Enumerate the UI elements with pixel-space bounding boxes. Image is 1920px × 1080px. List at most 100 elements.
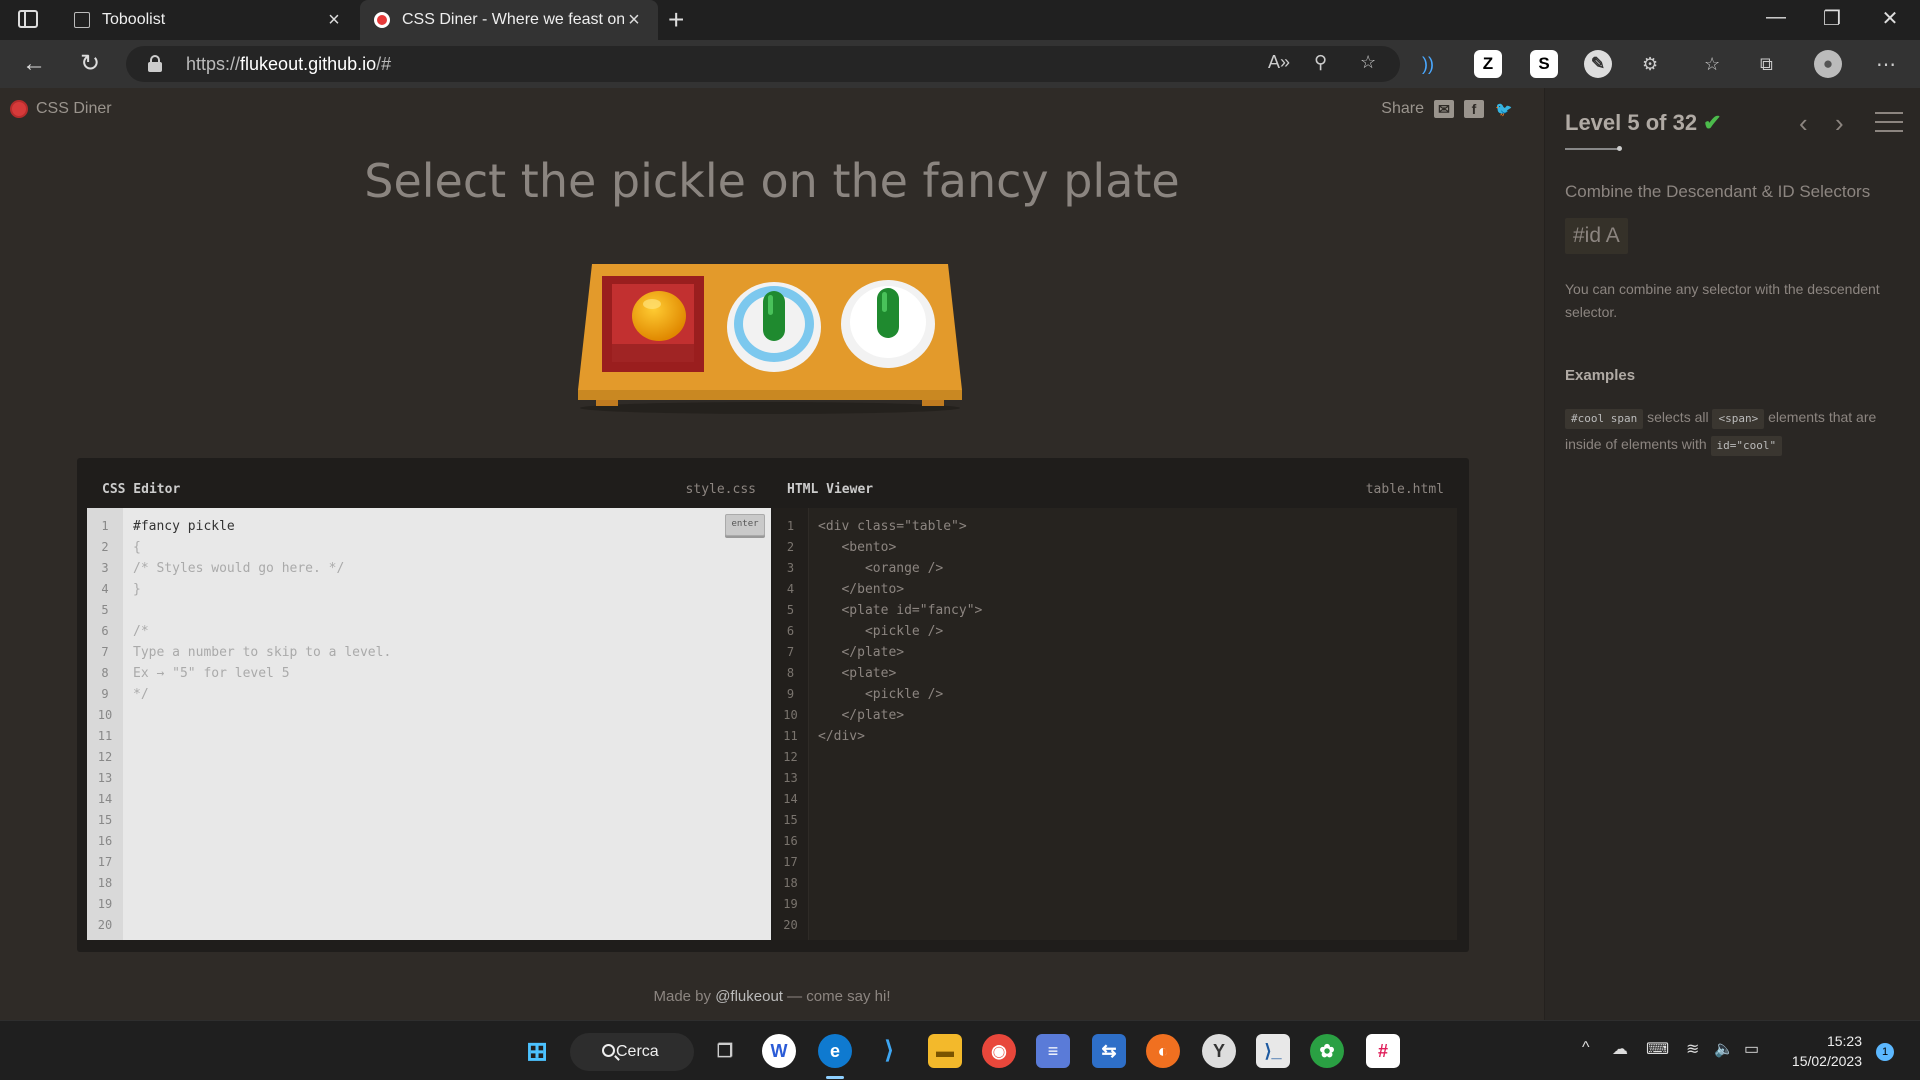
window-close-icon[interactable]: ✕ bbox=[1870, 6, 1910, 31]
level-progress-bar bbox=[1565, 148, 1618, 150]
orange[interactable] bbox=[632, 291, 686, 341]
markup-line[interactable]: </plate> bbox=[818, 645, 904, 660]
pickle[interactable] bbox=[763, 291, 785, 341]
notification-badge[interactable]: 1 bbox=[1876, 1043, 1894, 1061]
facebook-icon[interactable]: f bbox=[1464, 100, 1484, 118]
s-extension-icon[interactable]: S bbox=[1530, 50, 1558, 78]
markup-line[interactable]: <pickle /> bbox=[818, 624, 943, 639]
url-text[interactable]: https://flukeout.github.io/# bbox=[186, 54, 391, 75]
active-app-indicator bbox=[826, 1076, 844, 1079]
windows-start-icon[interactable]: ⊞ bbox=[520, 1034, 554, 1068]
enter-button[interactable]: enter bbox=[725, 514, 765, 536]
battery-icon[interactable]: ▭ bbox=[1744, 1039, 1759, 1059]
pickle[interactable] bbox=[877, 288, 899, 338]
vscode-icon[interactable]: ⟩ bbox=[872, 1034, 906, 1068]
progress-marker bbox=[1617, 146, 1622, 151]
css-filename: style.css bbox=[685, 482, 756, 497]
zotero-extension-icon[interactable]: Z bbox=[1474, 50, 1502, 78]
css-editor-title: CSS Editor bbox=[102, 482, 181, 497]
level-menu-icon[interactable] bbox=[1875, 112, 1903, 139]
profile-avatar-icon[interactable]: ● bbox=[1814, 50, 1842, 78]
level-sidebar: Level 5 of 32 ✔ ‹ › Combine the Descendan… bbox=[1544, 88, 1920, 1020]
css-editor-header: CSS Editor style.css bbox=[102, 472, 756, 508]
lock-icon[interactable] bbox=[148, 55, 162, 72]
twitter-icon[interactable]: 🐦 bbox=[1494, 100, 1514, 118]
zoom-icon[interactable]: ⚲ bbox=[1314, 52, 1327, 73]
system-clock[interactable]: 15:23 15/02/2023 bbox=[1776, 1031, 1862, 1071]
selector-hint: You can combine any selector with the de… bbox=[1565, 281, 1880, 320]
code-line: Type a number to skip to a level. bbox=[133, 645, 392, 660]
markup-line[interactable]: <plate> bbox=[818, 666, 896, 681]
html-filename: table.html bbox=[1365, 482, 1444, 497]
line-number: 7 bbox=[101, 645, 109, 659]
next-level-icon[interactable]: › bbox=[1835, 108, 1844, 139]
audio-extension-icon[interactable]: )) bbox=[1422, 54, 1434, 75]
tab-toboolist[interactable]: Toboolist × bbox=[60, 0, 358, 40]
terminal-icon[interactable]: ⟩_ bbox=[1256, 1034, 1290, 1068]
wifi-icon[interactable]: ≋ bbox=[1686, 1039, 1699, 1059]
markup-line[interactable]: <orange /> bbox=[818, 561, 943, 576]
checkmark-icon: ✔ bbox=[1703, 110, 1722, 135]
back-icon[interactable]: ← bbox=[18, 48, 50, 80]
tab-css-diner[interactable]: CSS Diner - Where we feast on C × bbox=[360, 0, 658, 40]
email-icon[interactable]: ✉ bbox=[1434, 100, 1454, 118]
minimize-icon[interactable]: — bbox=[1756, 6, 1796, 29]
new-tab-button[interactable]: + bbox=[668, 4, 684, 36]
reload-icon[interactable]: ↻ bbox=[74, 48, 106, 80]
line-number: 16 bbox=[97, 834, 113, 848]
plate[interactable] bbox=[841, 280, 935, 368]
edge-icon[interactable]: e bbox=[818, 1034, 852, 1068]
slack-icon[interactable]: # bbox=[1366, 1034, 1400, 1068]
markup-line[interactable]: <div class="table"> bbox=[818, 519, 967, 534]
tab-actions-icon[interactable] bbox=[18, 10, 38, 28]
taskbar-search[interactable]: Cerca bbox=[570, 1033, 694, 1071]
markup-line[interactable]: </plate> bbox=[818, 708, 904, 723]
word-icon[interactable]: W bbox=[762, 1034, 796, 1068]
volume-icon[interactable]: 🔈 bbox=[1714, 1039, 1734, 1059]
table-shadow bbox=[580, 402, 960, 414]
fancy-plate[interactable] bbox=[727, 282, 821, 372]
css-input[interactable]: #fancy pickle bbox=[133, 519, 235, 534]
close-icon[interactable]: × bbox=[624, 9, 644, 32]
code-line: /* bbox=[133, 624, 149, 639]
remote-app-icon[interactable]: ⇆ bbox=[1092, 1034, 1126, 1068]
close-icon[interactable]: × bbox=[324, 9, 344, 32]
address-bar[interactable]: https://flukeout.github.io/# A» ⚲ ☆ bbox=[126, 46, 1400, 82]
task-view-icon[interactable]: ❐ bbox=[708, 1034, 742, 1068]
logo[interactable]: CSS Diner bbox=[10, 100, 112, 118]
file-explorer-icon[interactable]: ▬ bbox=[928, 1034, 962, 1068]
css-code[interactable]: #fancy pickle { /* Styles would go here.… bbox=[133, 516, 391, 705]
markup-line[interactable]: </bento> bbox=[818, 582, 904, 597]
show-hidden-icons-icon[interactable]: ^ bbox=[1582, 1039, 1590, 1057]
read-aloud-icon[interactable]: A» bbox=[1268, 52, 1290, 73]
extensions-icon[interactable]: ⚙ bbox=[1642, 54, 1658, 75]
firefox-icon[interactable]: ◐ bbox=[1146, 1034, 1180, 1068]
restore-icon[interactable]: ❐ bbox=[1812, 6, 1852, 31]
more-icon[interactable]: ⋯ bbox=[1876, 52, 1896, 77]
previous-level-icon[interactable]: ‹ bbox=[1799, 108, 1808, 139]
line-number: 19 bbox=[783, 897, 798, 911]
line-number: 8 bbox=[101, 666, 109, 680]
markup-line[interactable]: <pickle /> bbox=[818, 687, 943, 702]
chrome-icon[interactable]: ◉ bbox=[982, 1034, 1016, 1068]
line-number: 20 bbox=[783, 918, 798, 932]
evernote-icon[interactable]: ✿ bbox=[1310, 1034, 1344, 1068]
line-number: 6 bbox=[101, 624, 109, 638]
edit-extension-icon[interactable]: ✎ bbox=[1584, 50, 1612, 78]
line-number: 14 bbox=[97, 792, 113, 806]
add-favorite-icon[interactable]: ☆ bbox=[1360, 52, 1376, 73]
onedrive-icon[interactable]: ☁ bbox=[1612, 1039, 1628, 1059]
example-text: selects all bbox=[1643, 409, 1713, 425]
notes-app-icon[interactable]: ≡ bbox=[1036, 1034, 1070, 1068]
favorites-icon[interactable]: ☆ bbox=[1704, 54, 1720, 75]
css-editor[interactable]: 1 2 3 4 5 6 7 8 9 10 11 12 13 14 15 16 17 18 19 20 #fancy p… bbox=[87, 508, 771, 940]
markup-line[interactable]: <bento> bbox=[818, 540, 896, 555]
clock-app-icon[interactable]: Y bbox=[1202, 1034, 1236, 1068]
keyboard-icon[interactable]: ⌨ bbox=[1646, 1039, 1669, 1059]
bento[interactable] bbox=[602, 276, 704, 372]
author-link[interactable]: @flukeout bbox=[715, 988, 783, 1005]
markup-line[interactable]: </div> bbox=[818, 729, 865, 744]
markup-line[interactable]: <plate id="fancy"> bbox=[818, 603, 982, 618]
code-tag: <span> bbox=[1712, 409, 1765, 429]
collections-icon[interactable]: ⧉ bbox=[1760, 54, 1773, 75]
